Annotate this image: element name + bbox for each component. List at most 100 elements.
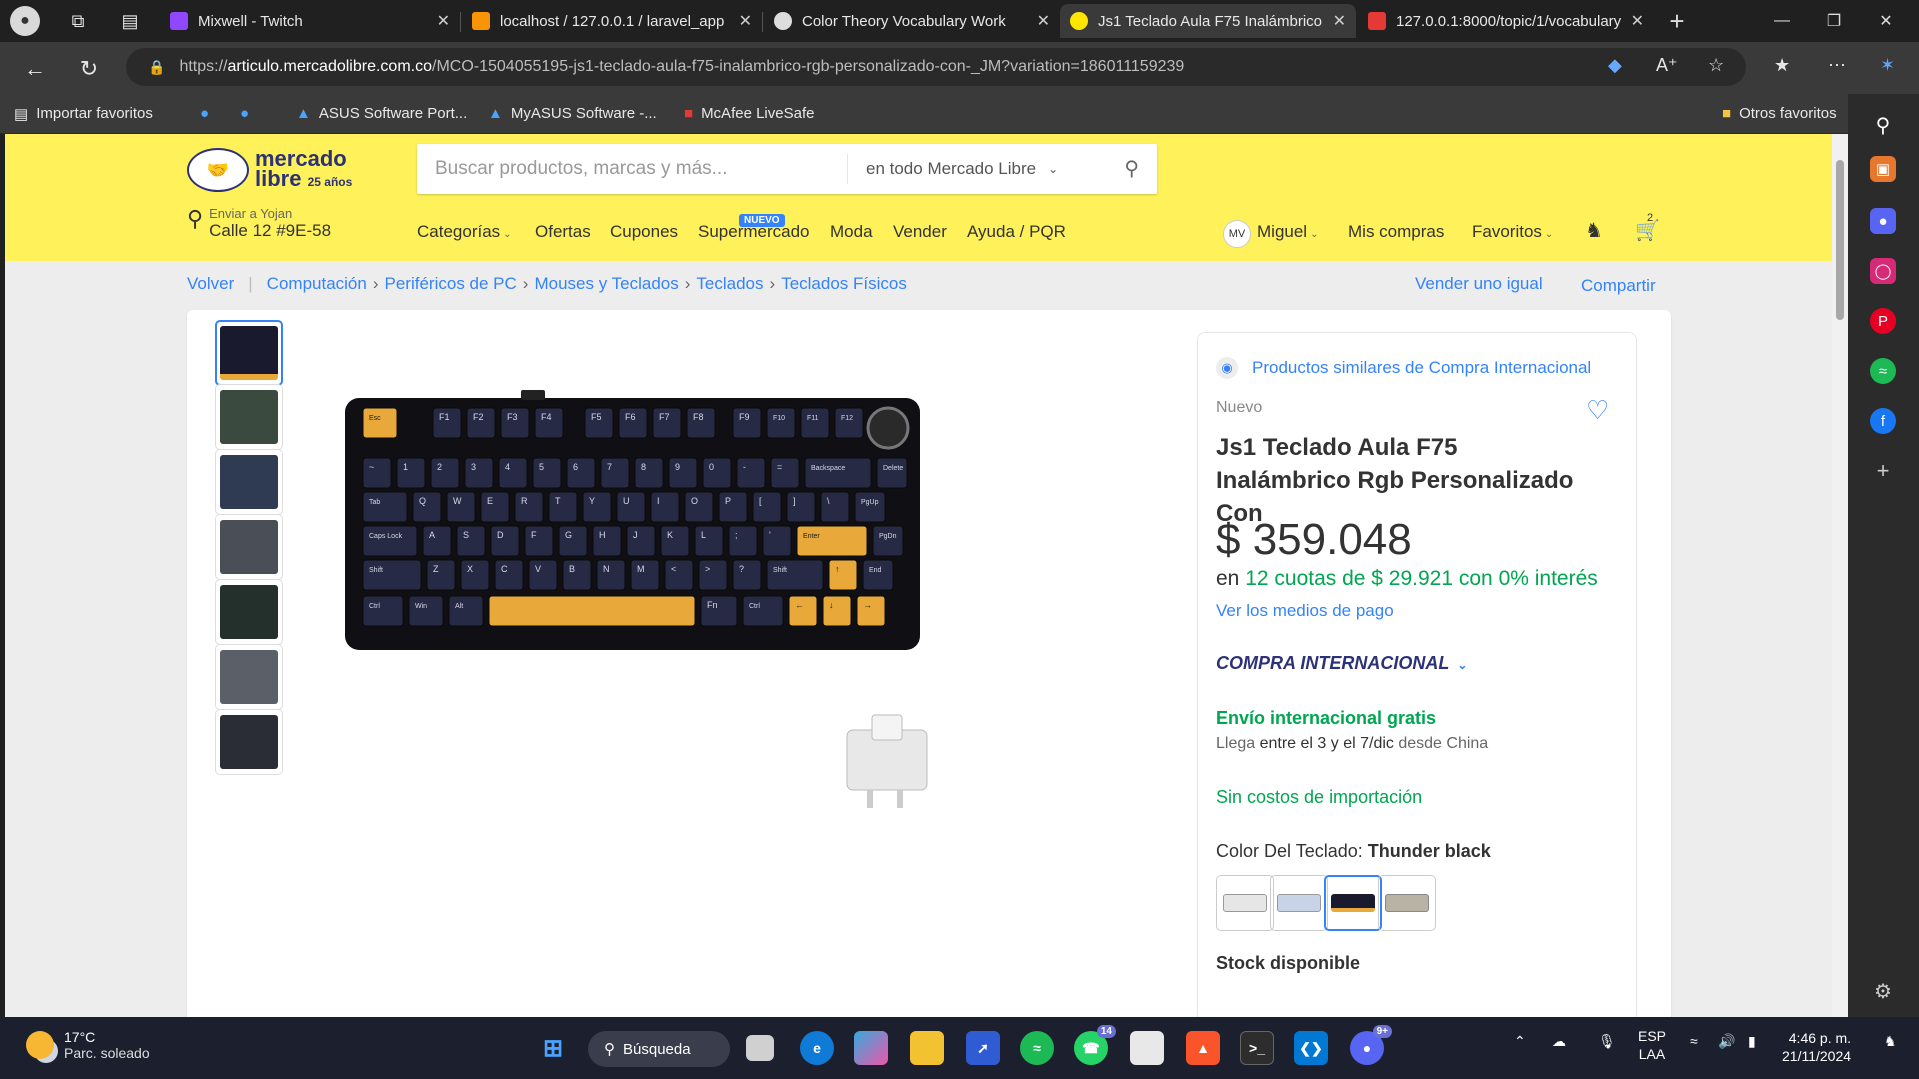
notification-bell-icon[interactable]: ♞	[1884, 1033, 1897, 1050]
file-explorer-icon[interactable]	[910, 1031, 944, 1065]
favorite-star-icon[interactable]: ☆	[1708, 55, 1724, 76]
thumbnail[interactable]	[215, 709, 283, 775]
close-icon[interactable]: ✕	[1333, 11, 1346, 31]
add-icon[interactable]: +	[1870, 458, 1896, 484]
pinterest-icon[interactable]: P	[1870, 308, 1896, 334]
search-icon[interactable]: ⚲	[1870, 112, 1896, 138]
bookmark-myasus[interactable]: ▲ MyASUS Software -...	[488, 99, 657, 129]
bookmark-asus[interactable]: ▲ ASUS Software Port...	[296, 99, 467, 129]
bookmark-import[interactable]: ▤ Importar favoritos	[14, 99, 153, 129]
shopping-tag-icon[interactable]: ◆	[1608, 55, 1622, 76]
shopping-icon[interactable]: ▣	[1870, 156, 1896, 182]
payment-methods-link[interactable]: Ver los medios de pago	[1216, 601, 1394, 621]
mercadolibre-logo[interactable]: 🤝 mercado libre 25 años	[187, 147, 352, 192]
nav-vender[interactable]: Vender	[893, 222, 947, 242]
nav-ayuda[interactable]: Ayuda / PQR	[967, 222, 1066, 242]
profile-icon[interactable]: ●	[10, 6, 40, 36]
share-link[interactable]: Compartir	[1581, 276, 1656, 296]
facebook-icon[interactable]: f	[1870, 408, 1896, 434]
delivery-address[interactable]: ⚲ Enviar a Yojan Calle 12 #9E-58	[187, 206, 331, 241]
microphone-icon[interactable]: 🎙	[1598, 1033, 1616, 1050]
nav-favoritos[interactable]: Favoritos ⌄	[1472, 222, 1553, 242]
color-swatch[interactable]	[1378, 875, 1436, 931]
close-icon[interactable]: ✕	[739, 11, 752, 31]
international-purchase-toggle[interactable]: COMPRA INTERNACIONAL ⌄	[1216, 653, 1467, 674]
copilot-icon[interactable]: ✶	[1880, 55, 1895, 76]
color-swatch[interactable]	[1324, 875, 1382, 931]
refresh-button[interactable]: ↻	[72, 52, 106, 86]
workspaces-icon[interactable]: ⧉	[60, 3, 96, 39]
nav-cupones[interactable]: Cupones	[610, 222, 678, 242]
close-window-button[interactable]: ✕	[1858, 0, 1914, 42]
bell-icon[interactable]: ♞	[1585, 218, 1603, 243]
tab-vocabulary[interactable]: 127.0.0.1:8000/topic/1/vocabulary ✕	[1358, 4, 1654, 38]
breadcrumb-item[interactable]: Periféricos de PC	[385, 274, 517, 293]
nav-categorias[interactable]: Categorías ⌄	[417, 222, 512, 242]
discord-icon[interactable]: ●	[1870, 208, 1896, 234]
nav-ofertas[interactable]: Ofertas	[535, 222, 591, 242]
start-icon[interactable]: ⊞	[536, 1031, 570, 1065]
clock[interactable]: 4:46 p. m. 21/11/2024	[1782, 1029, 1851, 1065]
search-icon[interactable]: ⚲	[1124, 156, 1139, 181]
spotify-icon[interactable]: ≈	[1020, 1031, 1054, 1065]
language-indicator[interactable]: ESP LAA	[1638, 1027, 1666, 1063]
thumbnail[interactable]	[215, 514, 283, 580]
volume-icon[interactable]: 🔊	[1718, 1033, 1735, 1050]
brave-icon[interactable]: ▲	[1186, 1031, 1220, 1065]
thumbnail[interactable]	[215, 320, 283, 386]
app-icon[interactable]: ➚	[966, 1031, 1000, 1065]
copilot-icon[interactable]	[854, 1031, 888, 1065]
back-button[interactable]: ←	[18, 52, 52, 86]
bookmark-round-2[interactable]: ●	[240, 99, 257, 129]
user-menu[interactable]: Miguel ⌄	[1257, 222, 1318, 242]
cloud-icon[interactable]: ☁	[1552, 1033, 1566, 1050]
cart-icon[interactable]: 🛒 2	[1635, 212, 1660, 243]
minimize-button[interactable]: —	[1754, 0, 1810, 42]
close-icon[interactable]: ✕	[1631, 11, 1644, 31]
close-icon[interactable]: ✕	[1037, 11, 1050, 31]
avatar[interactable]: MV	[1223, 220, 1251, 248]
breadcrumb-item[interactable]: Teclados	[696, 274, 763, 293]
terminal-icon[interactable]: >_	[1240, 1031, 1274, 1065]
thumbnail[interactable]	[215, 449, 283, 515]
tab-twitch[interactable]: Mixwell - Twitch ✕	[160, 4, 460, 38]
search-scope-select[interactable]: en todo Mercado Libre ⌄	[847, 154, 1097, 184]
battery-icon[interactable]: ▮	[1748, 1033, 1756, 1050]
nav-supermercado[interactable]: Supermercado	[698, 222, 810, 242]
weather-widget[interactable]: 17°C Parc. soleado	[26, 1029, 150, 1061]
thumbnail[interactable]	[215, 384, 283, 450]
heart-icon[interactable]: ♡	[1586, 395, 1609, 426]
spotify-icon[interactable]: ≈	[1870, 358, 1896, 384]
product-image[interactable]: Esc F1 F2 F3 F4 F5 F6 F7 F8 F9 F10 F11 F12 ~ 1 2 3 4 5 6 7 8 9…	[345, 390, 935, 660]
similar-products-link[interactable]: ◉ Productos similares de Compra Internaci…	[1216, 357, 1591, 379]
discord-icon[interactable]: ● 9+	[1350, 1025, 1392, 1065]
breadcrumb-item[interactable]: Teclados Físicos	[781, 274, 907, 293]
whatsapp-icon[interactable]: ☎ 14	[1074, 1025, 1116, 1065]
color-swatch[interactable]	[1216, 875, 1274, 931]
sell-same-link[interactable]: Vender uno igual	[1415, 274, 1543, 294]
task-view-icon[interactable]	[746, 1035, 774, 1061]
wifi-icon[interactable]: ≈	[1690, 1033, 1698, 1049]
store-icon[interactable]	[1130, 1031, 1164, 1065]
search-input[interactable]: Buscar productos, marcas y más...	[417, 158, 847, 180]
breadcrumb-item[interactable]: Mouses y Teclados	[534, 274, 678, 293]
vscode-icon[interactable]: ❮❯	[1294, 1031, 1328, 1065]
tab-mercadolibre[interactable]: Js1 Teclado Aula F75 Inalámbrico ✕	[1060, 4, 1356, 38]
chevron-up-icon[interactable]: ⌃	[1514, 1033, 1526, 1050]
vertical-tabs-icon[interactable]: ▤	[112, 3, 148, 39]
thumbnail[interactable]	[215, 644, 283, 710]
tab-color-theory[interactable]: Color Theory Vocabulary Work ✕	[764, 4, 1060, 38]
close-icon[interactable]: ✕	[437, 11, 450, 31]
favorites-icon[interactable]: ★	[1774, 55, 1790, 76]
settings-icon[interactable]: ⚙	[1870, 978, 1896, 1004]
tab-localhost[interactable]: localhost / 127.0.0.1 / laravel_app ✕	[462, 4, 762, 38]
color-swatch[interactable]	[1270, 875, 1328, 931]
bookmark-round-1[interactable]: ●	[200, 99, 217, 129]
new-tab-button[interactable]: +	[1662, 6, 1692, 36]
bookmark-others[interactable]: ■ Otros favoritos	[1722, 99, 1837, 129]
breadcrumb-item[interactable]: Computación	[267, 274, 367, 293]
address-bar[interactable]: 🔒 https://articulo.mercadolibre.com.co/M…	[126, 48, 1746, 86]
instagram-icon[interactable]: ◯	[1870, 258, 1896, 284]
edge-icon[interactable]: e	[800, 1031, 834, 1065]
back-link[interactable]: Volver	[187, 274, 234, 293]
